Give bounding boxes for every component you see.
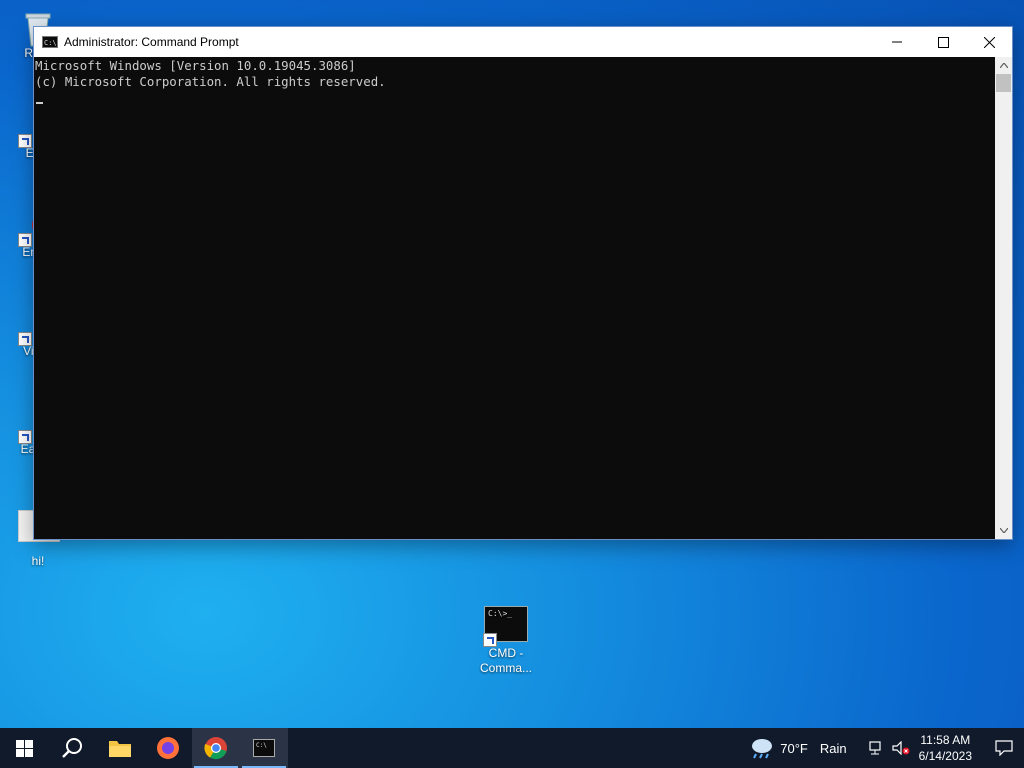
close-button[interactable]	[966, 27, 1012, 57]
command-prompt-window[interactable]: C:\ Administrator: Command Prompt Micros…	[33, 26, 1013, 540]
close-icon	[983, 36, 995, 48]
start-button[interactable]	[0, 728, 48, 768]
window-titlebar[interactable]: C:\ Administrator: Command Prompt	[34, 27, 1012, 57]
folder-icon	[109, 741, 131, 757]
minimize-icon	[892, 41, 902, 43]
weather-condition: Rain	[819, 740, 847, 756]
desktop-icon-cmd[interactable]: C:\>_ CMD - Comma...	[470, 606, 542, 676]
console-output[interactable]: Microsoft Windows [Version 10.0.19045.30…	[34, 57, 995, 539]
network-icon[interactable]	[865, 741, 889, 755]
taskbar-command-prompt[interactable]: C:\	[240, 728, 288, 768]
system-tray: 70°F Rain 11:58 AM 6/14/2023	[748, 728, 1024, 768]
search-button[interactable]	[48, 728, 96, 768]
weather-temperature: 70°F	[780, 740, 808, 756]
volume-muted-icon[interactable]	[889, 741, 913, 755]
maximize-icon	[937, 36, 949, 48]
console-line: (c) Microsoft Corporation. All rights re…	[35, 74, 386, 89]
cmd-icon: C:\	[253, 739, 275, 757]
shortcut-arrow-icon	[483, 633, 497, 647]
text-cursor	[36, 102, 43, 104]
clock-time: 11:58 AM	[920, 733, 971, 747]
taskbar: C:\ 70°F Rain 11:58 AM 6/14/2023	[0, 728, 1024, 768]
cmd-app-icon: C:\	[42, 36, 58, 48]
cmd-shortcut-icon: C:\>_	[483, 606, 528, 647]
cmd-shortcut-label-line1: CMD -	[488, 646, 524, 660]
svg-text:C:\: C:\	[256, 742, 267, 749]
vertical-scrollbar[interactable]	[995, 57, 1012, 539]
window-title: Administrator: Command Prompt	[64, 35, 239, 49]
taskbar-firefox[interactable]	[144, 728, 192, 768]
taskbar-chrome[interactable]	[192, 728, 240, 768]
action-center-button[interactable]	[984, 728, 1024, 768]
cmd-shortcut-label-line2: Comma...	[479, 661, 532, 675]
taskbar-file-explorer[interactable]	[96, 728, 144, 768]
chevron-down-icon	[999, 528, 1008, 533]
hi-file-label: hi!	[31, 554, 45, 568]
chevron-up-icon	[999, 63, 1008, 68]
shortcut-arrow-icon	[18, 134, 32, 148]
scroll-up-button[interactable]	[995, 57, 1012, 74]
maximize-button[interactable]	[920, 27, 966, 57]
cmd-icon-text: C:\>_	[488, 609, 513, 618]
shortcut-arrow-icon	[18, 430, 32, 444]
scroll-down-button[interactable]	[995, 522, 1012, 539]
shortcut-arrow-icon	[18, 233, 32, 247]
search-icon	[62, 738, 82, 758]
notification-icon	[995, 740, 1013, 756]
shortcut-arrow-icon	[18, 332, 32, 346]
scrollbar-thumb[interactable]	[996, 74, 1011, 92]
chrome-icon	[204, 737, 227, 760]
console-line: Microsoft Windows [Version 10.0.19045.30…	[35, 58, 356, 73]
rain-cloud-icon	[752, 739, 773, 759]
minimize-button[interactable]	[874, 27, 920, 57]
weather-widget[interactable]: 70°F Rain	[748, 737, 847, 759]
windows-logo-icon	[15, 739, 33, 757]
clock-date: 6/14/2023	[918, 749, 972, 763]
taskbar-clock[interactable]: 11:58 AM 6/14/2023	[919, 732, 972, 764]
firefox-icon	[157, 737, 179, 759]
